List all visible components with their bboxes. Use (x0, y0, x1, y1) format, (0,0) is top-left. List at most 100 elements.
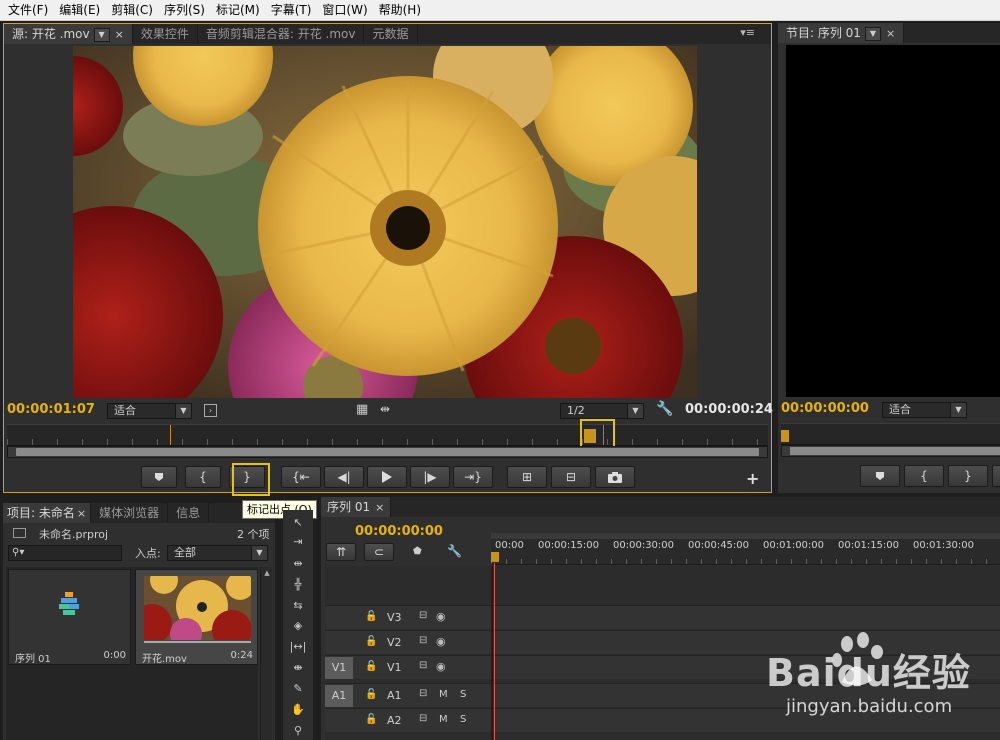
eye-icon[interactable]: ◉ (436, 610, 446, 623)
sync-lock-icon[interactable]: ⊟ (419, 713, 427, 724)
program-zoom-scrollbar[interactable] (781, 445, 1000, 457)
source-fit-select[interactable]: 适合 ▼ (107, 403, 192, 419)
play-button[interactable] (367, 466, 407, 488)
film-drag-icon[interactable]: ▦ (356, 402, 368, 417)
mute-button[interactable]: M (439, 689, 448, 700)
timeline-ruler[interactable]: 00:00 00:00:15:00 00:00:30:00 00:00:45:0… (491, 533, 1000, 565)
rate-stretch-tool-icon[interactable]: ⇆ (289, 596, 307, 614)
program-add-marker-button[interactable] (860, 465, 900, 487)
go-to-out-button[interactable]: ⇥} (453, 466, 493, 488)
sync-lock-icon[interactable]: ⊟ (419, 635, 427, 646)
linked-selection-button[interactable]: ⊂ (364, 543, 394, 561)
close-icon[interactable]: × (77, 507, 86, 520)
lock-icon[interactable]: 🔓 (365, 714, 377, 725)
close-icon[interactable]: × (375, 501, 384, 514)
source-zoom-scrollbar[interactable] (7, 446, 768, 458)
add-marker-button[interactable] (141, 466, 177, 488)
timeline-wrench-icon[interactable]: 🔧 (447, 544, 462, 558)
in-point-select[interactable]: 全部 ▼ (167, 545, 268, 561)
audio-drag-icon[interactable]: ⇹ (380, 402, 390, 416)
mute-button[interactable]: M (439, 714, 448, 725)
hand-tool-icon[interactable]: ✋ (289, 700, 307, 718)
export-icon[interactable]: › (204, 404, 217, 417)
close-icon[interactable]: × (115, 28, 124, 41)
ripple-edit-tool-icon[interactable]: ⇹ (289, 554, 307, 572)
slip-tool-icon[interactable]: |↔| (289, 637, 307, 655)
selection-tool-icon[interactable]: ↖ (289, 513, 307, 531)
tab-media-browser[interactable]: 媒体浏览器 (91, 503, 169, 523)
export-frame-button[interactable] (595, 466, 635, 488)
add-button-icon[interactable]: + (746, 469, 759, 488)
panel-menu-icon[interactable]: ▾≡ (740, 26, 755, 39)
track-row-v3: 🔓 V3 ⊟ ◉ (325, 605, 1000, 629)
program-time-ruler[interactable] (781, 423, 1000, 445)
track-select-tool-icon[interactable]: ⇥ (289, 532, 307, 550)
snap-button[interactable]: ⇈ (326, 543, 356, 561)
tab-audio-clip-mixer[interactable]: 音频剪辑混合器: 开花 .mov (198, 24, 365, 44)
program-playhead[interactable] (781, 430, 789, 442)
chevron-down-icon[interactable]: ▼ (864, 26, 881, 41)
menu-sequence[interactable]: 序列(S) (160, 0, 212, 21)
razor-tool-icon[interactable]: ◈ (289, 616, 307, 634)
resolution-select[interactable]: 1/2 ▼ (560, 403, 644, 419)
program-fit-select[interactable]: 适合 ▼ (882, 402, 967, 418)
go-to-in-button[interactable]: {⇤ (281, 466, 321, 488)
timeline-timecode[interactable]: 00:00:00:00 (355, 524, 443, 539)
tab-effect-controls[interactable]: 效果控件 (133, 24, 198, 44)
menu-clip[interactable]: 剪辑(C) (107, 0, 160, 21)
zoom-tool-icon[interactable]: ⚲ (289, 721, 307, 739)
wrench-icon[interactable]: 🔧 (656, 401, 673, 417)
chevron-down-icon[interactable]: ▼ (93, 27, 110, 42)
program-mark-out-button[interactable]: } (948, 465, 988, 487)
tab-source[interactable]: 源: 开花 .mov ▼ × (4, 24, 133, 44)
sync-lock-icon[interactable]: ⊟ (419, 610, 427, 621)
project-item-sequence[interactable]: 序列 01 0:00 (8, 569, 131, 665)
program-go-to-in-button[interactable]: { (992, 465, 1000, 487)
program-mark-in-button[interactable]: { (904, 465, 944, 487)
step-back-button[interactable]: ◀| (324, 466, 364, 488)
insert-button[interactable]: ⊞ (507, 466, 547, 488)
solo-button[interactable]: S (460, 689, 466, 700)
source-timecode[interactable]: 00:00:01:07 (7, 402, 95, 417)
project-search-field[interactable]: ⚲▾ (8, 545, 122, 561)
close-icon[interactable]: × (886, 27, 895, 40)
zoom-scroll[interactable] (491, 533, 1000, 539)
program-timecode[interactable]: 00:00:00:00 (781, 401, 869, 416)
menu-marker[interactable]: 标记(M) (212, 0, 267, 21)
solo-button[interactable]: S (460, 714, 466, 725)
tab-sequence[interactable]: 序列 01 × (321, 497, 392, 517)
tab-info[interactable]: 信息 (168, 503, 210, 523)
eye-icon[interactable]: ◉ (436, 660, 446, 673)
add-marker-icon[interactable]: ⬟ (413, 546, 422, 557)
source-tabbar: 源: 开花 .mov ▼ × 效果控件 音频剪辑混合器: 开花 .mov 元数据 ▾… (4, 24, 771, 44)
tab-project[interactable]: 项目: 未命名 × (3, 503, 92, 523)
mark-in-button[interactable]: { (185, 466, 221, 488)
menu-title[interactable]: 字幕(T) (267, 0, 319, 21)
scroll-up-icon[interactable]: ▲ (262, 569, 272, 577)
project-item-clip[interactable]: 开花.mov 0:24 (135, 569, 258, 665)
timeline-playhead-head[interactable] (491, 552, 499, 562)
menu-help[interactable]: 帮助(H) (375, 0, 428, 21)
overwrite-button[interactable]: ⊟ (551, 466, 591, 488)
sync-lock-icon[interactable]: ⊟ (419, 688, 427, 699)
source-patch-v1[interactable]: V1 (325, 657, 353, 679)
menu-window[interactable]: 窗口(W) (318, 0, 374, 21)
sync-lock-icon[interactable]: ⊟ (419, 660, 427, 671)
menu-file[interactable]: 文件(F) (4, 0, 55, 21)
eye-icon[interactable]: ◉ (436, 635, 446, 648)
lock-icon[interactable]: 🔓 (365, 661, 377, 672)
rolling-edit-tool-icon[interactable]: ╬ (289, 575, 307, 593)
slide-tool-icon[interactable]: ⇼ (289, 658, 307, 676)
source-time-ruler[interactable] (7, 424, 768, 446)
lock-icon[interactable]: 🔓 (365, 611, 377, 622)
timeline-playhead-line[interactable] (494, 563, 495, 740)
project-scrollbar[interactable]: ▲ (260, 567, 272, 740)
source-patch-a1[interactable]: A1 (325, 685, 353, 707)
lock-icon[interactable]: 🔓 (365, 636, 377, 647)
tab-program[interactable]: 节目: 序列 01 ▼ × (778, 23, 905, 43)
step-forward-button[interactable]: |▶ (410, 466, 450, 488)
lock-icon[interactable]: 🔓 (365, 689, 377, 700)
tab-metadata[interactable]: 元数据 (364, 24, 418, 44)
pen-tool-icon[interactable]: ✎ (289, 679, 307, 697)
menu-edit[interactable]: 编辑(E) (55, 0, 107, 21)
